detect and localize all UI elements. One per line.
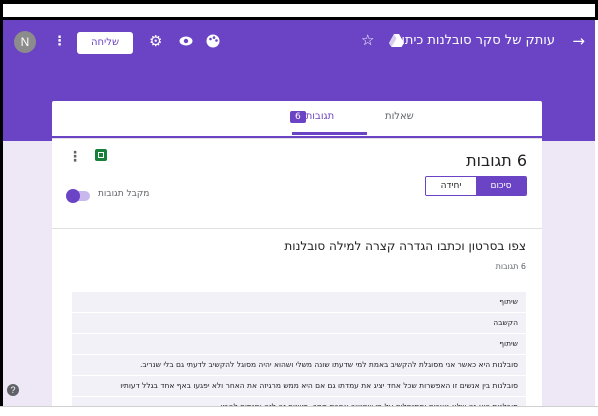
app-window: N ⋮ שליחה ⚙ ☆ עותק של סקר סובלנות כיתו →… [0,0,598,416]
active-tab-indicator [292,132,367,135]
answer-row: סובלנות היא כאשר אני מסוגלת להקשיב באמת … [72,355,526,375]
answer-row: הקשבה [72,313,526,333]
avatar[interactable]: N [14,31,36,53]
settings-icon[interactable]: ⚙ [149,34,162,49]
answers-list: שיתוף הקשבה שיתוף סובלנות היא כאשר אני מ… [72,292,526,406]
question-title: צפו בסרטון וכתבו הגדרה קצרה למילה סובלנו… [284,239,526,253]
responses-count-title: 6 תגובות [466,151,527,170]
accepting-responses-toggle[interactable] [66,189,90,203]
responses-card: 6 תגובות ⋮ סיכום יחידה מקבל תגובות צפו ב… [52,138,542,406]
back-arrow-icon[interactable]: → [572,32,585,50]
answer-row: שיתוף [72,334,526,354]
form-title[interactable]: עותק של סקר סובלנות כיתו [401,33,555,48]
top-app-bar: N ⋮ שליחה ⚙ ☆ עותק של סקר סובלנות כיתו → [3,20,595,64]
tab-responses[interactable]: תגובות6 [284,111,334,123]
more-vert-icon[interactable]: ⋮ [53,35,66,48]
help-icon[interactable]: ? [7,384,19,396]
palette-icon[interactable] [206,34,220,51]
responses-summary-header: 6 תגובות ⋮ סיכום יחידה מקבל תגובות [52,139,542,229]
answer-row: סובלנות היא זה שלא נוצרים ומתנפלים על מי… [72,397,526,406]
more-options-icon[interactable]: ⋮ [68,149,82,165]
individual-view-button[interactable]: יחידה [426,177,476,195]
view-toggle: סיכום יחידה [425,176,527,196]
tab-questions[interactable]: שאלות [385,111,414,122]
answer-row: סובלנות בין אנשים זו האפשרות שכל אחד יצי… [72,376,526,396]
tabs-bar: תגובות6 שאלות [52,101,542,136]
answer-row: שיתוף [72,292,526,312]
send-button[interactable]: שליחה [77,32,133,54]
preview-eye-icon[interactable] [179,34,193,51]
star-icon[interactable]: ☆ [361,33,374,48]
sheets-icon[interactable] [95,149,107,161]
question-response-count: 6 תגובות [495,262,526,271]
summary-view-button[interactable]: סיכום [476,177,526,195]
top-border [0,0,598,20]
accepting-responses-label: מקבל תגובות [98,189,150,199]
bottom-border [0,406,598,416]
responses-count-badge: 6 [290,111,306,123]
